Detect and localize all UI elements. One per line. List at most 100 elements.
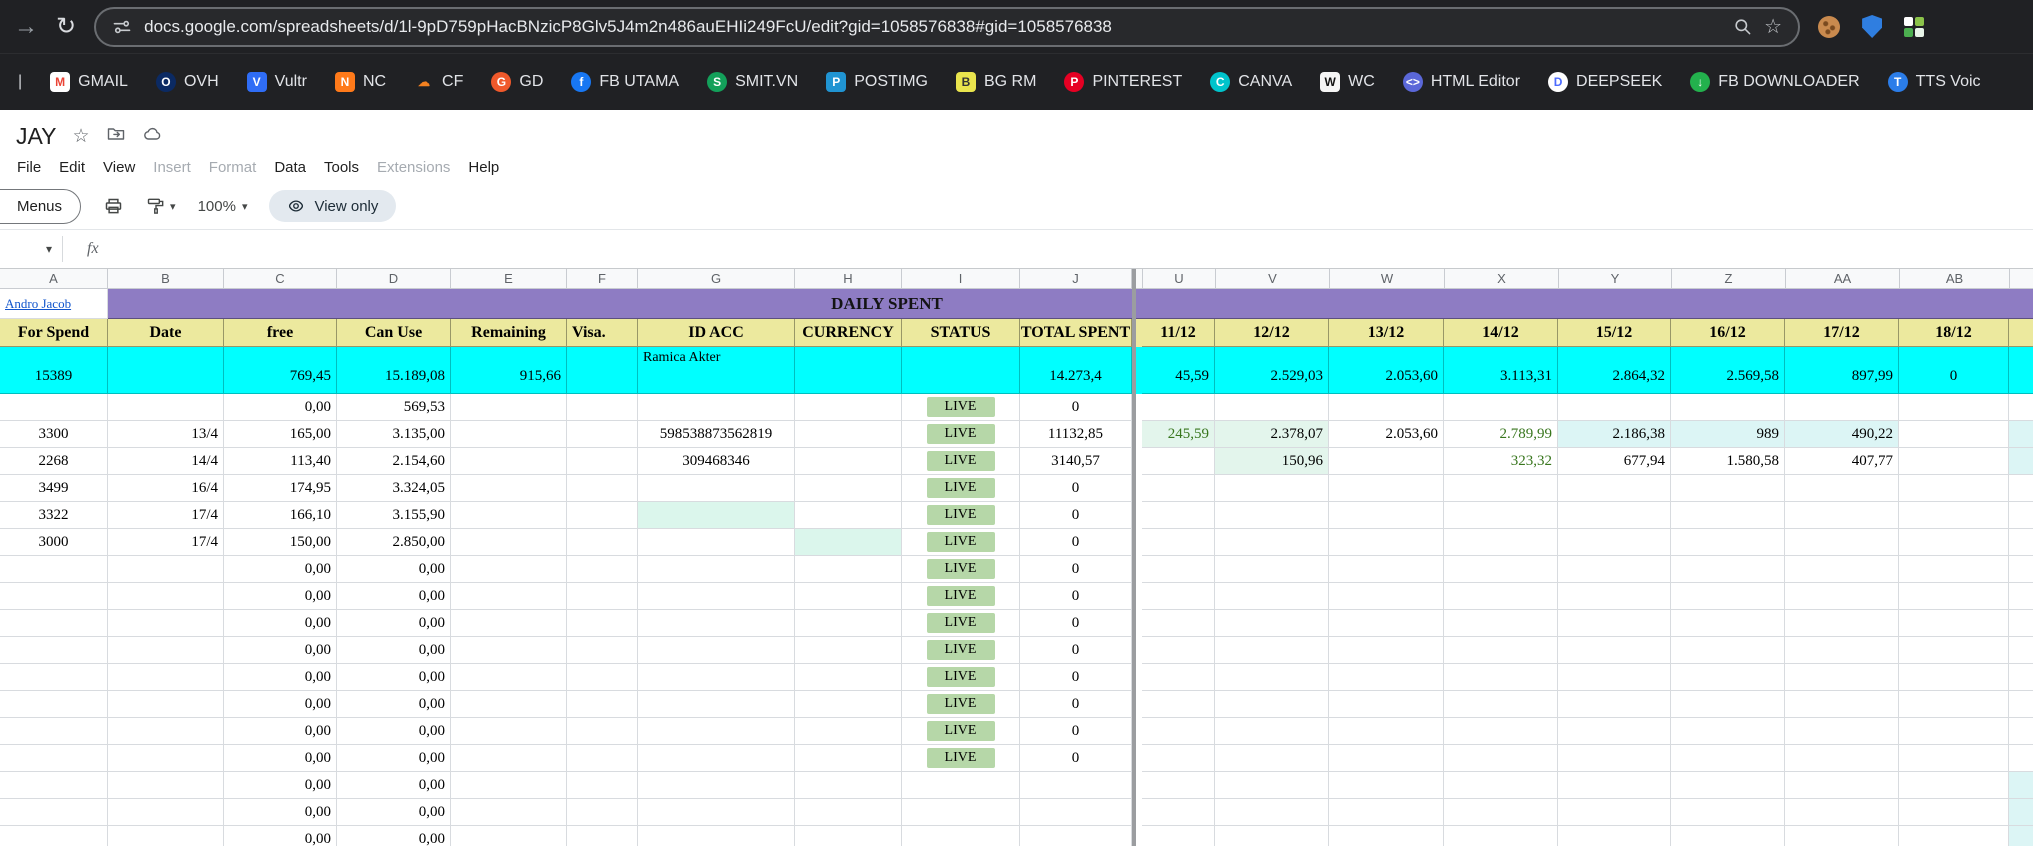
column-header-W[interactable]: W	[1330, 269, 1445, 289]
grid-cell-H[interactable]	[795, 394, 902, 421]
grid-cell-Y[interactable]: 2.186,38	[1558, 421, 1671, 448]
column-header-AB[interactable]: AB	[1900, 269, 2010, 289]
grid-cell-H[interactable]	[795, 610, 902, 637]
grid-cell-Y[interactable]: 15/12	[1558, 319, 1671, 347]
grid-cell-G[interactable]	[638, 772, 795, 799]
grid-cell-AA[interactable]: 17/12	[1785, 319, 1899, 347]
grid-cell-AC[interactable]	[2009, 772, 2033, 799]
grid-cell-A[interactable]	[0, 583, 108, 610]
grid-cell-J[interactable]: 0	[1020, 610, 1132, 637]
grid-cell-B[interactable]	[108, 691, 224, 718]
grid-cell-D[interactable]: 0,00	[337, 745, 451, 772]
grid-cell-D[interactable]: Can Use	[337, 319, 451, 347]
grid-cell-U[interactable]	[1142, 448, 1215, 475]
grid-cell-E[interactable]	[451, 745, 567, 772]
grid-cell-AC[interactable]	[2009, 347, 2033, 394]
grid-cell-AC[interactable]	[2009, 529, 2033, 556]
grid-cell-AC[interactable]	[2009, 556, 2033, 583]
grid-cell-AA[interactable]	[1785, 637, 1899, 664]
grid-cell-U[interactable]	[1142, 772, 1215, 799]
grid-cell-Y[interactable]	[1558, 745, 1671, 772]
grid-cell-I[interactable]: LIVE	[902, 421, 1020, 448]
site-settings-icon[interactable]	[112, 17, 132, 37]
grid-cell-C[interactable]: 113,40	[224, 448, 337, 475]
grid-cell-AB[interactable]	[1899, 394, 2009, 421]
grid-cell-F[interactable]	[567, 556, 638, 583]
document-title[interactable]: JAY	[16, 123, 56, 150]
grid-cell-Y[interactable]: 2.864,32	[1558, 347, 1671, 394]
grid-cell-C[interactable]: 0,00	[224, 826, 337, 846]
grid-cell-C[interactable]: 0,00	[224, 745, 337, 772]
grid-cell-Z[interactable]	[1671, 637, 1785, 664]
grid-cell-V[interactable]	[1215, 718, 1329, 745]
bookmark-vultr[interactable]: V Vultr	[246, 72, 307, 92]
grid-cell-E[interactable]	[451, 637, 567, 664]
grid-cell-F[interactable]	[567, 772, 638, 799]
grid-cell-F[interactable]	[567, 664, 638, 691]
grid-cell-B[interactable]	[108, 718, 224, 745]
grid-cell-AB[interactable]	[1899, 583, 2009, 610]
grid-cell-Z[interactable]	[1671, 745, 1785, 772]
grid-cell-I[interactable]	[902, 772, 1020, 799]
grid-cell-H[interactable]	[795, 529, 902, 556]
grid-cell-Y[interactable]	[1558, 637, 1671, 664]
grid-cell-U[interactable]	[1142, 475, 1215, 502]
grid-cell-A[interactable]	[0, 772, 108, 799]
grid-cell-A[interactable]: 3499	[0, 475, 108, 502]
grid-cell-C[interactable]: free	[224, 319, 337, 347]
name-box[interactable]: ▾	[0, 242, 62, 256]
grid-cell-Y[interactable]	[1558, 529, 1671, 556]
grid-cell-Z[interactable]	[1671, 502, 1785, 529]
grid-cell-A[interactable]: 15389	[0, 347, 108, 394]
grid-cell-V[interactable]	[1215, 529, 1329, 556]
grid-cell-AB[interactable]	[1899, 610, 2009, 637]
grid-cell-I[interactable]: LIVE	[902, 529, 1020, 556]
grid-cell-I[interactable]	[902, 826, 1020, 846]
grid-cell-X[interactable]	[1444, 745, 1558, 772]
grid-cell-C[interactable]: 0,00	[224, 610, 337, 637]
grid-cell-G[interactable]	[638, 610, 795, 637]
grid-cell-G[interactable]	[638, 826, 795, 846]
grid-cell-D[interactable]: 0,00	[337, 664, 451, 691]
star-document-icon[interactable]: ☆	[72, 125, 89, 148]
grid-cell-X[interactable]: 2.789,99	[1444, 421, 1558, 448]
grid-cell-B[interactable]	[108, 745, 224, 772]
grid-cell-AB[interactable]	[1899, 529, 2009, 556]
grid-cell-V[interactable]	[1215, 691, 1329, 718]
grid-cell-H[interactable]	[795, 475, 902, 502]
grid-cell-A[interactable]	[0, 718, 108, 745]
grid-cell-A[interactable]	[0, 691, 108, 718]
grid-cell-H[interactable]	[795, 556, 902, 583]
grid-cell-W[interactable]	[1329, 799, 1444, 826]
grid-cell-AB[interactable]	[1899, 799, 2009, 826]
grid-cell-X[interactable]: 14/12	[1444, 319, 1558, 347]
grid-cell-W[interactable]	[1329, 691, 1444, 718]
grid-cell-AA[interactable]	[1785, 583, 1899, 610]
grid-cell-AA[interactable]: 897,99	[1785, 347, 1899, 394]
grid-cell-E[interactable]	[451, 799, 567, 826]
grid-cell-AA[interactable]	[1785, 826, 1899, 846]
column-header-J[interactable]: J	[1020, 269, 1132, 289]
grid-cell-F[interactable]	[567, 610, 638, 637]
grid-cell-U[interactable]	[1142, 637, 1215, 664]
grid-cell-C[interactable]: 0,00	[224, 394, 337, 421]
grid-cell-I[interactable]: LIVE	[902, 583, 1020, 610]
grid-cell-AB[interactable]	[1899, 691, 2009, 718]
menus-search-button[interactable]: Menus	[0, 188, 82, 224]
zoom-icon[interactable]	[1733, 17, 1752, 36]
grid-cell-D[interactable]: 0,00	[337, 610, 451, 637]
grid-cell-V[interactable]	[1215, 475, 1329, 502]
grid-cell-C[interactable]: 0,00	[224, 664, 337, 691]
grid-cell-AA[interactable]	[1785, 502, 1899, 529]
column-header-U[interactable]: U	[1143, 269, 1216, 289]
grid-cell-Y[interactable]	[1558, 691, 1671, 718]
grid-cell-Z[interactable]	[1671, 664, 1785, 691]
grid-cell-Y[interactable]	[1558, 799, 1671, 826]
grid-cell-D[interactable]: 0,00	[337, 772, 451, 799]
grid-cell-X[interactable]	[1444, 475, 1558, 502]
grid-cell-X[interactable]	[1444, 556, 1558, 583]
column-header-Z[interactable]: Z	[1672, 269, 1786, 289]
grid-cell-Y[interactable]	[1558, 664, 1671, 691]
column-header-D[interactable]: D	[337, 269, 451, 289]
paint-format-icon[interactable]: ▾	[146, 196, 176, 216]
